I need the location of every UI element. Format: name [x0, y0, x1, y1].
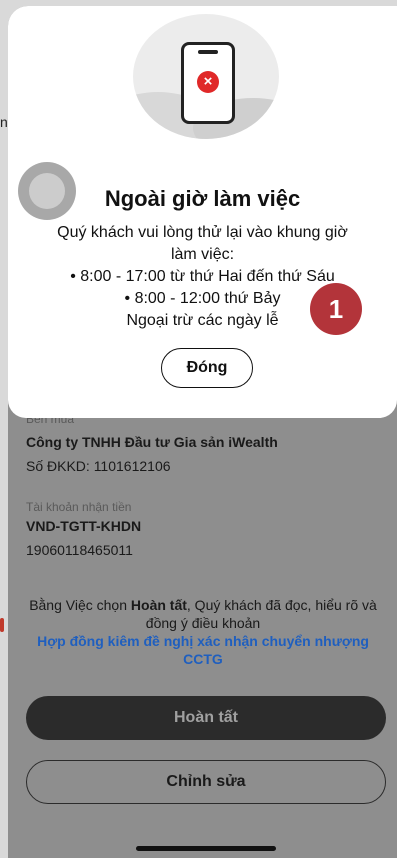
left-edge-text: n — [0, 114, 8, 130]
home-indicator — [136, 846, 276, 851]
dialog-line: Quý khách vui lòng thử lại vào khung giờ — [57, 224, 348, 241]
dialog-line: làm việc: — [170, 246, 235, 263]
account-label: Tài khoản nhận tiền — [26, 500, 132, 514]
terms-link[interactable]: Hợp đồng kiêm đề nghị xác nhận chuyển nh… — [18, 632, 388, 668]
close-button[interactable]: Đóng — [161, 348, 253, 388]
illustration: × — [133, 14, 279, 139]
phone-icon: × — [181, 42, 235, 124]
edit-button[interactable]: Chỉnh sửa — [26, 760, 386, 804]
account-name: VND-TGTT-KHDN — [26, 518, 142, 534]
assistive-touch-inner — [29, 173, 65, 209]
error-icon: × — [197, 71, 219, 93]
terms-prefix: Bằng Việc chọn — [29, 597, 131, 613]
account-number: 19060118465011 — [26, 542, 133, 558]
phone-notch — [198, 50, 218, 54]
complete-button[interactable]: Hoàn tất — [26, 696, 386, 740]
terms-text: Bằng Việc chọn Hoàn tất, Quý khách đã đọ… — [18, 596, 388, 668]
business-registration: Số ĐKKD: 1101612106 — [26, 458, 171, 474]
annotation-badge: 1 — [310, 283, 362, 335]
left-edge-marker — [0, 618, 4, 632]
buyer-name: Công ty TNHH Đầu tư Gia sản iWealth — [26, 434, 278, 450]
assistive-touch-button[interactable] — [18, 162, 76, 220]
terms-bold: Hoàn tất — [130, 597, 187, 613]
